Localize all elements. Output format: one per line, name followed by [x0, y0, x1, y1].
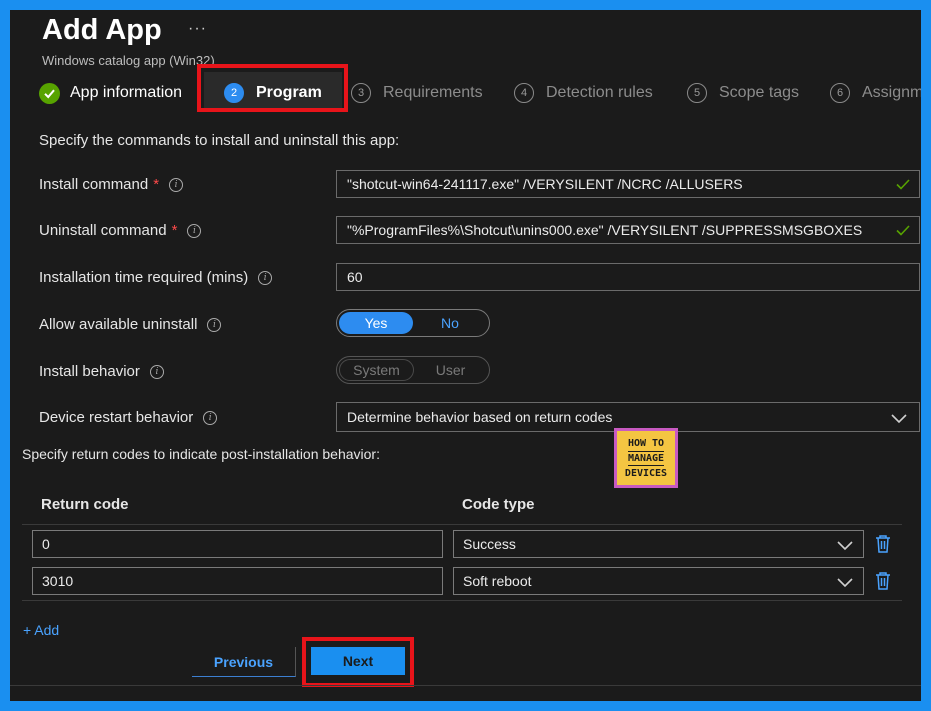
toggle-option-no[interactable]: No — [413, 312, 487, 334]
howto-manage-devices-logo: HOW TO MANAGE DEVICES — [614, 428, 678, 488]
table-divider — [22, 600, 902, 601]
field-value: 3010 — [42, 573, 74, 589]
info-icon[interactable]: i — [149, 364, 164, 379]
install-command-input[interactable]: "shotcut-win64-241117.exe" /VERYSILENT /… — [336, 170, 920, 198]
uninstall-command-input[interactable]: "%ProgramFiles%\Shotcut\unins000.exe" /V… — [336, 216, 920, 244]
add-app-wizard: Add App ··· Windows catalog app (Win32) … — [10, 10, 921, 701]
install-behavior-toggle[interactable]: System User — [336, 356, 490, 384]
table-divider — [22, 524, 902, 525]
checkmark-icon — [895, 222, 911, 241]
program-step-highlight — [197, 64, 348, 112]
delete-icon[interactable] — [874, 571, 892, 591]
chevron-down-icon — [837, 575, 853, 591]
toggle-option-user[interactable]: User — [414, 359, 487, 381]
chevron-down-icon — [891, 411, 907, 427]
checkmark-icon — [39, 82, 60, 104]
more-options-button[interactable]: ··· — [188, 20, 207, 38]
step-number: 3 — [351, 83, 371, 103]
footer-divider — [10, 685, 921, 686]
required-marker: * — [171, 222, 178, 239]
add-return-code-link[interactable]: + Add — [23, 622, 59, 638]
required-marker: * — [153, 176, 160, 193]
info-icon[interactable]: i — [169, 177, 184, 192]
info-icon[interactable]: i — [187, 223, 202, 238]
install-time-input[interactable]: 60 — [336, 263, 920, 291]
field-value: "%ProgramFiles%\Shotcut\unins000.exe" /V… — [347, 222, 863, 238]
next-button-highlight — [302, 637, 414, 687]
step-scope-tags[interactable]: 5 Scope tags — [687, 80, 799, 106]
column-header-return-code: Return code — [41, 496, 129, 513]
step-assignments[interactable]: 6 Assignm — [830, 80, 921, 106]
label-text: Installation time required (mins) — [39, 269, 249, 286]
label-text: Device restart behavior — [39, 409, 194, 426]
page-subtitle: Windows catalog app (Win32) — [42, 53, 215, 68]
step-requirements[interactable]: 3 Requirements — [351, 80, 483, 106]
logo-line: HOW TO — [627, 437, 665, 449]
label-text: Install behavior — [39, 363, 140, 380]
info-icon[interactable]: i — [258, 270, 273, 285]
step-app-information[interactable]: App information — [39, 80, 182, 106]
delete-icon[interactable] — [874, 534, 892, 554]
previous-button[interactable]: Previous — [192, 647, 296, 677]
label-text: Allow available uninstall — [39, 316, 198, 333]
step-label: Scope tags — [719, 84, 800, 101]
step-label: App information — [70, 84, 183, 101]
column-header-code-type: Code type — [462, 496, 535, 513]
field-value: "shotcut-win64-241117.exe" /VERYSILENT /… — [347, 176, 743, 192]
page-title: Add App — [42, 14, 162, 46]
info-icon[interactable]: i — [207, 317, 222, 332]
install-behavior-label: Install behavior i — [39, 363, 164, 380]
logo-line: MANAGE — [627, 450, 665, 466]
select-value: Determine behavior based on return codes — [347, 409, 613, 425]
return-code-input[interactable]: 3010 — [32, 567, 443, 595]
logo-line: DEVICES — [624, 467, 668, 479]
step-detection-rules[interactable]: 4 Detection rules — [514, 80, 653, 106]
chevron-down-icon — [837, 538, 853, 554]
restart-behavior-label: Device restart behavior i — [39, 409, 218, 426]
label-text: Uninstall command — [39, 222, 167, 239]
select-value: Soft reboot — [463, 573, 532, 589]
step-label: Assignm — [862, 84, 921, 101]
checkmark-icon — [895, 176, 911, 195]
step-number: 4 — [514, 83, 534, 103]
code-type-select[interactable]: Soft reboot — [453, 567, 864, 595]
return-code-input[interactable]: 0 — [32, 530, 443, 558]
select-value: Success — [463, 536, 516, 552]
step-number: 5 — [687, 83, 707, 103]
step-number: 6 — [830, 83, 850, 103]
field-value: 0 — [42, 536, 50, 552]
instructions-text: Specify the commands to install and unin… — [39, 132, 400, 149]
field-value: 60 — [347, 269, 363, 285]
return-codes-intro: Specify return codes to indicate post-in… — [22, 446, 380, 462]
step-label: Requirements — [383, 84, 483, 101]
install-command-label: Install command * i — [39, 176, 184, 193]
uninstall-command-label: Uninstall command * i — [39, 222, 202, 239]
step-label: Detection rules — [546, 84, 653, 101]
allow-uninstall-label: Allow available uninstall i — [39, 316, 222, 333]
info-icon[interactable]: i — [203, 410, 218, 425]
label-text: Install command — [39, 176, 149, 193]
install-time-label: Installation time required (mins) i — [39, 269, 273, 286]
code-type-select[interactable]: Success — [453, 530, 864, 558]
allow-uninstall-toggle[interactable]: Yes No — [336, 309, 490, 337]
toggle-option-yes[interactable]: Yes — [339, 312, 413, 334]
toggle-option-system[interactable]: System — [339, 359, 414, 381]
